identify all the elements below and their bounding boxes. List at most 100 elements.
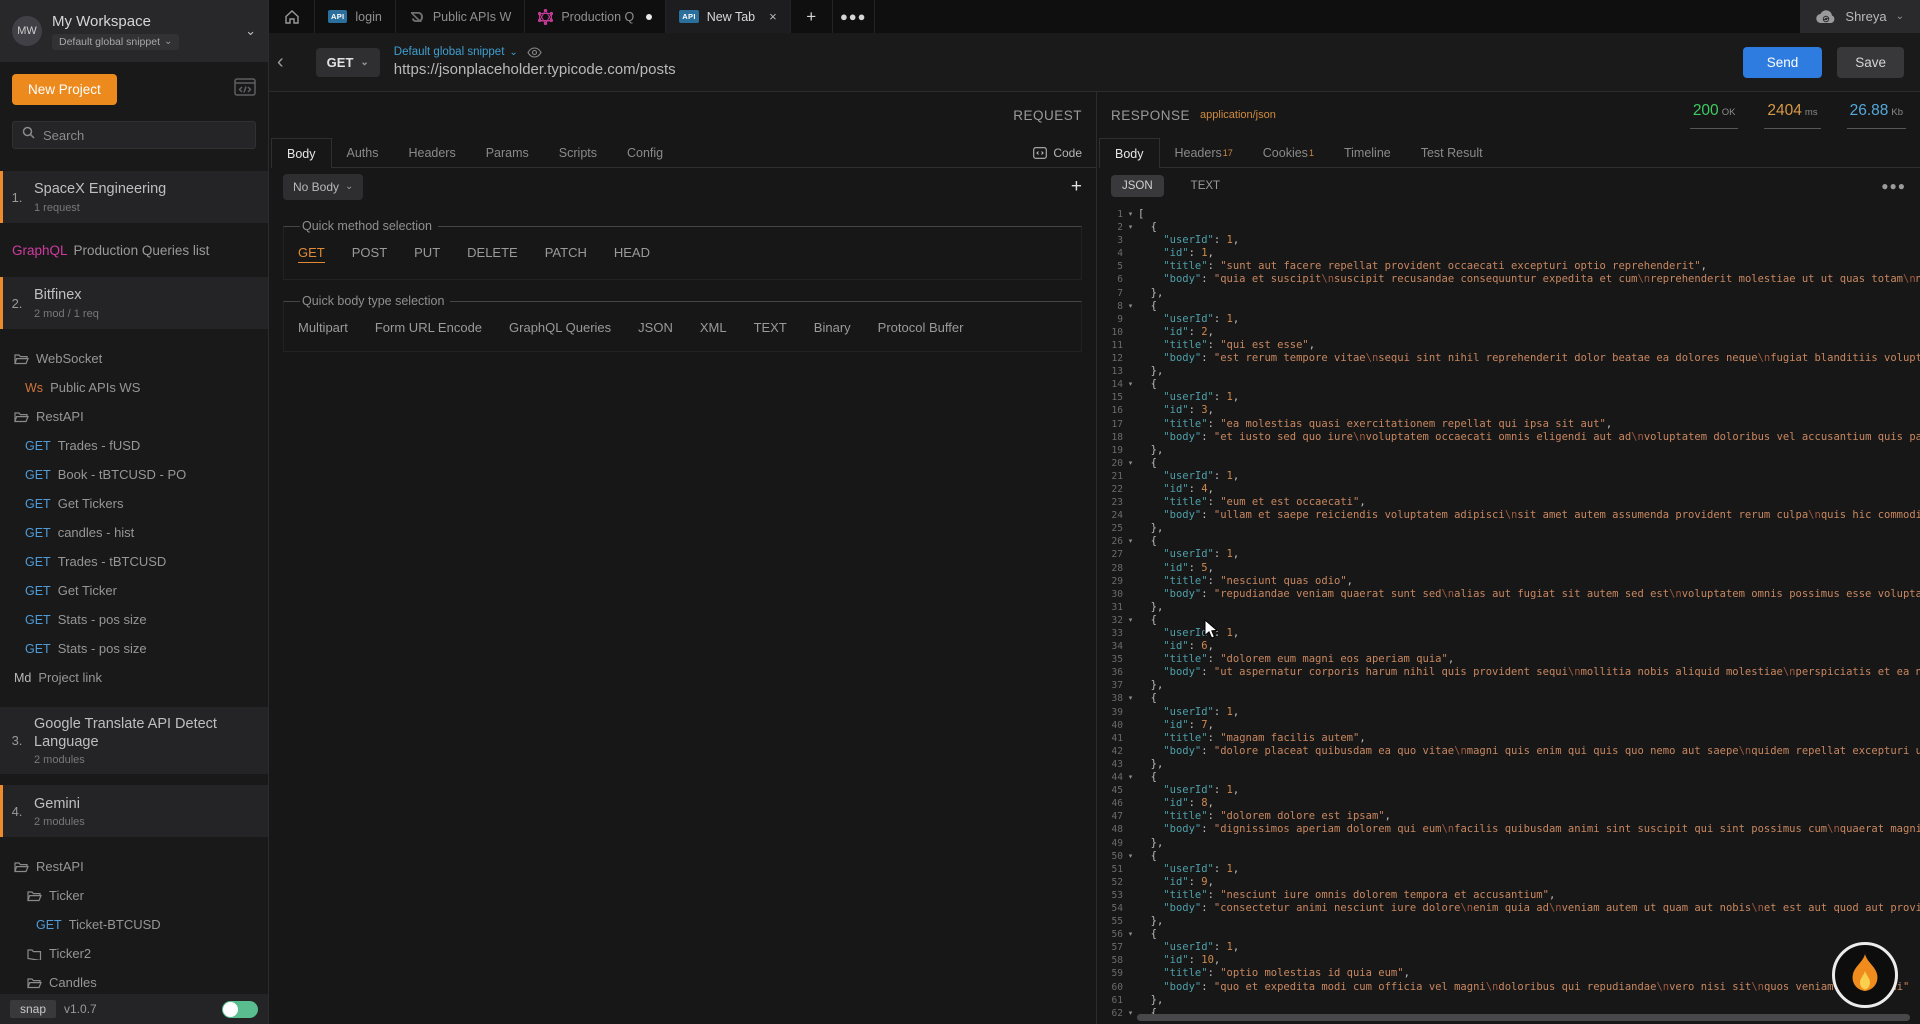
- save-button[interactable]: Save: [1837, 46, 1904, 78]
- tab-cookies[interactable]: Cookies 1: [1247, 138, 1329, 168]
- fold-toggle-icon[interactable]: ▾: [1123, 457, 1138, 470]
- sidebar-request-item[interactable]: GET Trades - fUSD: [0, 431, 268, 460]
- view-tab-text[interactable]: TEXT: [1180, 175, 1231, 197]
- fold-toggle-icon[interactable]: ▾: [1123, 614, 1138, 627]
- code-window-icon[interactable]: [234, 78, 256, 101]
- snippet-selector[interactable]: Default global snippet ⌄: [394, 46, 1743, 58]
- fold-toggle-icon[interactable]: ▾: [1123, 208, 1138, 221]
- sidebar-request-item[interactable]: GET Get Ticker: [0, 576, 268, 605]
- url-input[interactable]: https://jsonplaceholder.typicode.com/pos…: [394, 61, 1743, 78]
- sidebar-request-item[interactable]: GET candles - hist: [0, 518, 268, 547]
- tab-headers[interactable]: Headers 17: [1159, 138, 1248, 168]
- tab-body[interactable]: Body: [1099, 138, 1160, 168]
- fold-toggle-icon[interactable]: ▾: [1123, 221, 1138, 234]
- tab-production-q[interactable]: Production Q: [525, 0, 667, 33]
- collapse-sidebar-icon[interactable]: ‹: [269, 51, 294, 74]
- tab-auths[interactable]: Auths: [331, 138, 394, 168]
- home-tab[interactable]: [269, 0, 315, 33]
- user-menu[interactable]: Shreya ⌄: [1800, 0, 1920, 33]
- new-tab-button[interactable]: +: [791, 0, 833, 33]
- sidebar-link-item[interactable]: GraphQL Production Queries list: [0, 234, 268, 266]
- sidebar-folder[interactable]: WebSocket: [0, 344, 268, 373]
- eye-icon[interactable]: [527, 46, 542, 58]
- search-input[interactable]: [43, 127, 246, 143]
- chip-put[interactable]: PUT: [414, 245, 440, 263]
- fold-toggle-icon[interactable]: ▾: [1123, 692, 1138, 705]
- sidebar-folder[interactable]: Ticker: [0, 881, 268, 910]
- fold-toggle-icon: [1123, 863, 1138, 876]
- chip-head[interactable]: HEAD: [614, 245, 650, 263]
- chip-text[interactable]: TEXT: [754, 320, 787, 335]
- tab-test-result[interactable]: Test Result: [1405, 138, 1498, 168]
- tab-config[interactable]: Config: [612, 138, 679, 168]
- sidebar-request-item[interactable]: GET Get Tickers: [0, 489, 268, 518]
- sidebar-folder[interactable]: RestAPI: [0, 852, 268, 881]
- tab-timeline[interactable]: Timeline: [1328, 138, 1406, 168]
- tab-body[interactable]: Body: [271, 138, 332, 168]
- sidebar-folder[interactable]: Candles: [0, 968, 268, 994]
- code-button[interactable]: Code: [1033, 146, 1082, 160]
- chip-multipart[interactable]: Multipart: [298, 320, 348, 335]
- sidebar-request-item[interactable]: GET Stats - pos size: [0, 634, 268, 663]
- chip-post[interactable]: POST: [352, 245, 387, 263]
- chip-protocol-buffer[interactable]: Protocol Buffer: [878, 320, 964, 335]
- code-line: 61 },: [1097, 994, 1920, 1007]
- horizontal-scrollbar[interactable]: [1137, 1014, 1910, 1021]
- sidebar-project-item[interactable]: 4. Gemini 2 modules: [0, 785, 268, 838]
- search-box[interactable]: [12, 121, 256, 149]
- body-type-dropdown[interactable]: No Body ⌄: [283, 173, 364, 200]
- tab-params[interactable]: Params: [470, 138, 544, 168]
- fold-toggle-icon[interactable]: ▾: [1123, 850, 1138, 863]
- send-button[interactable]: Send: [1742, 46, 1823, 78]
- fold-toggle-icon: [1123, 509, 1138, 522]
- add-icon[interactable]: +: [1071, 176, 1082, 198]
- tab-scripts[interactable]: Scripts: [543, 138, 612, 168]
- firecamp-logo[interactable]: [1832, 942, 1898, 1008]
- sidebar-folder[interactable]: Ticker2: [0, 939, 268, 968]
- tab-login[interactable]: API login: [315, 0, 396, 33]
- chip-form-url-encode[interactable]: Form URL Encode: [375, 320, 482, 335]
- method-dropdown[interactable]: GET ⌄: [315, 47, 380, 77]
- sidebar-request-item[interactable]: GET Book - tBTCUSD - PO: [0, 460, 268, 489]
- workspace-chevron-icon[interactable]: ⌄: [245, 23, 256, 39]
- fold-toggle-icon: [1123, 326, 1138, 339]
- fold-toggle-icon: [1123, 404, 1138, 417]
- view-tab-json[interactable]: JSON: [1111, 175, 1164, 197]
- chip-binary[interactable]: Binary: [814, 320, 851, 335]
- sidebar-request-item[interactable]: GET Stats - pos size: [0, 605, 268, 634]
- sidebar-request-item[interactable]: GET Ticket-BTCUSD: [0, 910, 268, 939]
- fold-toggle-icon[interactable]: ▾: [1123, 378, 1138, 391]
- fold-toggle-icon[interactable]: ▾: [1123, 1007, 1138, 1020]
- sidebar-project-item[interactable]: 3. Google Translate API Detect Language 2 …: [0, 707, 268, 775]
- chip-xml[interactable]: XML: [700, 320, 727, 335]
- folder-open-icon: [27, 890, 42, 902]
- close-icon[interactable]: ×: [769, 9, 777, 24]
- chip-delete[interactable]: DELETE: [467, 245, 518, 263]
- chip-json[interactable]: JSON: [638, 320, 673, 335]
- sidebar-folder[interactable]: RestAPI: [0, 402, 268, 431]
- snap-badge: snap: [10, 1000, 57, 1018]
- fold-toggle-icon[interactable]: ▾: [1123, 535, 1138, 548]
- chip-graphql-queries[interactable]: GraphQL Queries: [509, 320, 611, 335]
- fold-toggle-icon[interactable]: ▾: [1123, 928, 1138, 941]
- sidebar-project-item[interactable]: 1. SpaceX Engineering 1 request: [0, 171, 268, 223]
- workspace-header[interactable]: MW My Workspace Default global snippet ⌄…: [0, 0, 268, 62]
- response-more-icon[interactable]: ●●●: [1881, 179, 1906, 193]
- chip-get[interactable]: GET: [298, 245, 325, 263]
- sidebar-project-item[interactable]: 2. Bitfinex 2 mod / 1 req: [0, 277, 268, 329]
- tab-overflow-button[interactable]: ●●●: [833, 0, 875, 33]
- sidebar-request-item[interactable]: GET Trades - tBTCUSD: [0, 547, 268, 576]
- sidebar-request-item[interactable]: Md Project link: [0, 663, 268, 692]
- fold-toggle-icon[interactable]: ▾: [1123, 771, 1138, 784]
- tab-new-tab[interactable]: API New Tab ×: [666, 0, 791, 33]
- fold-toggle-icon[interactable]: ▾: [1123, 300, 1138, 313]
- new-project-button[interactable]: New Project: [12, 74, 117, 105]
- snap-toggle[interactable]: [222, 1000, 258, 1018]
- code-line: 43 },: [1097, 758, 1920, 771]
- workspace-snippet-dropdown[interactable]: Default global snippet ⌄: [52, 33, 180, 50]
- sidebar-request-item[interactable]: Ws Public APIs WS: [0, 373, 268, 402]
- tab-public-apis-w[interactable]: Public APIs W: [396, 0, 526, 33]
- chip-patch[interactable]: PATCH: [545, 245, 587, 263]
- fold-toggle-icon: [1123, 719, 1138, 732]
- tab-headers[interactable]: Headers: [393, 138, 471, 168]
